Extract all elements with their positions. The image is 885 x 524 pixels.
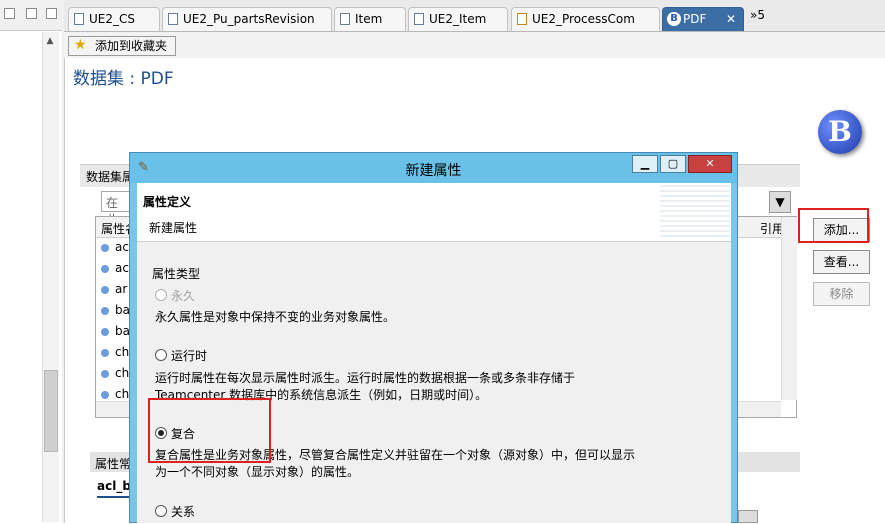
tab-label: PDF <box>683 12 707 26</box>
attribute-icon <box>101 243 109 252</box>
section-subtitle: 新建属性 <box>149 221 198 235</box>
item-icon <box>340 13 350 25</box>
tab-ue2-item[interactable]: UE2_Item <box>408 7 508 31</box>
tab-ue2-cs[interactable]: UE2_CS <box>68 7 160 31</box>
item-icon <box>168 13 178 25</box>
item-icon <box>74 13 84 25</box>
radio-persistent[interactable] <box>155 289 167 301</box>
item-icon <box>414 13 424 25</box>
radio-runtime-label: 运行时 <box>171 349 208 363</box>
table-row[interactable]: ch <box>101 366 129 380</box>
maximize-view-icon[interactable] <box>46 8 57 19</box>
business-object-icon: B <box>667 12 681 26</box>
persistent-description: 永久属性是对象中保持不变的业务对象属性。 <box>155 310 396 324</box>
properties-section-label: 属性常 <box>95 457 132 471</box>
table-row[interactable]: ar <box>101 282 127 296</box>
maximize-button[interactable]: ▢ <box>660 155 686 173</box>
attribute-type-label: 属性类型 <box>152 267 201 281</box>
attribute-icon <box>101 306 109 315</box>
tab-label: UE2_Item <box>429 12 487 26</box>
minimize-view-icon[interactable] <box>26 8 37 19</box>
sync-icon[interactable] <box>4 8 15 19</box>
tab-ue2-processcom[interactable]: UE2_ProcessCom <box>511 7 660 31</box>
table-row[interactable]: ba <box>101 303 130 317</box>
table-row[interactable]: ac <box>101 261 129 275</box>
table-row[interactable]: ch <box>101 387 129 401</box>
page-title: 数据集 : PDF <box>73 69 174 89</box>
process-icon <box>517 13 527 25</box>
radio-runtime[interactable] <box>155 349 167 361</box>
table-row[interactable]: ac <box>101 240 129 254</box>
tab-label: UE2_ProcessCom <box>532 12 635 26</box>
scroll-up-icon[interactable]: ▲ <box>44 36 56 48</box>
tab-label: Item <box>355 12 383 26</box>
dialog-banner <box>137 183 731 242</box>
highlight-box-composite <box>148 398 271 463</box>
table-row[interactable]: ch <box>101 345 129 359</box>
table-row[interactable]: ba <box>101 324 130 338</box>
remove-button[interactable]: 移除 <box>813 282 870 306</box>
close-button[interactable]: ✕ <box>688 155 732 173</box>
minimize-button[interactable]: ▁ <box>632 155 658 173</box>
tab-item[interactable]: Item <box>334 7 406 31</box>
attribute-icon <box>101 264 109 273</box>
attribute-icon <box>101 327 109 336</box>
attribute-icon <box>101 369 109 378</box>
dataset-section-label: 数据集属 <box>86 170 135 184</box>
attribute-icon <box>101 285 109 294</box>
highlight-box-add <box>798 208 869 243</box>
radio-relation[interactable] <box>155 505 167 517</box>
tab-label: UE2_CS <box>89 12 135 26</box>
section-title: 属性定义 <box>143 195 192 209</box>
tab-overflow-button[interactable]: »5 <box>750 8 765 22</box>
tab-pdf[interactable]: B PDF ✕ <box>662 7 744 31</box>
attribute-icon <box>101 348 109 357</box>
tab-label: UE2_Pu_partsRevision <box>183 12 315 26</box>
filter-icon[interactable] <box>738 510 758 523</box>
radio-persistent-label: 永久 <box>171 289 196 303</box>
view-button[interactable]: 查看... <box>813 250 870 274</box>
left-panel-toolbar <box>0 6 62 24</box>
editor-toolbar <box>64 32 885 58</box>
left-scrollbar-thumb[interactable] <box>44 370 58 452</box>
radio-relation-label: 关系 <box>171 505 196 519</box>
table-vertical-scrollbar[interactable] <box>781 217 797 400</box>
filter-icon[interactable]: ▼ <box>769 191 791 213</box>
business-object-logo: B <box>818 110 862 154</box>
filter-input[interactable]: 在此 <box>101 191 131 227</box>
attribute-icon <box>101 390 109 399</box>
banner-decoration <box>660 185 730 239</box>
close-tab-icon[interactable]: ✕ <box>726 8 736 30</box>
star-icon: ★ <box>74 37 87 53</box>
tab-ue2-pu-partsrevision[interactable]: UE2_Pu_partsRevision <box>162 7 332 31</box>
